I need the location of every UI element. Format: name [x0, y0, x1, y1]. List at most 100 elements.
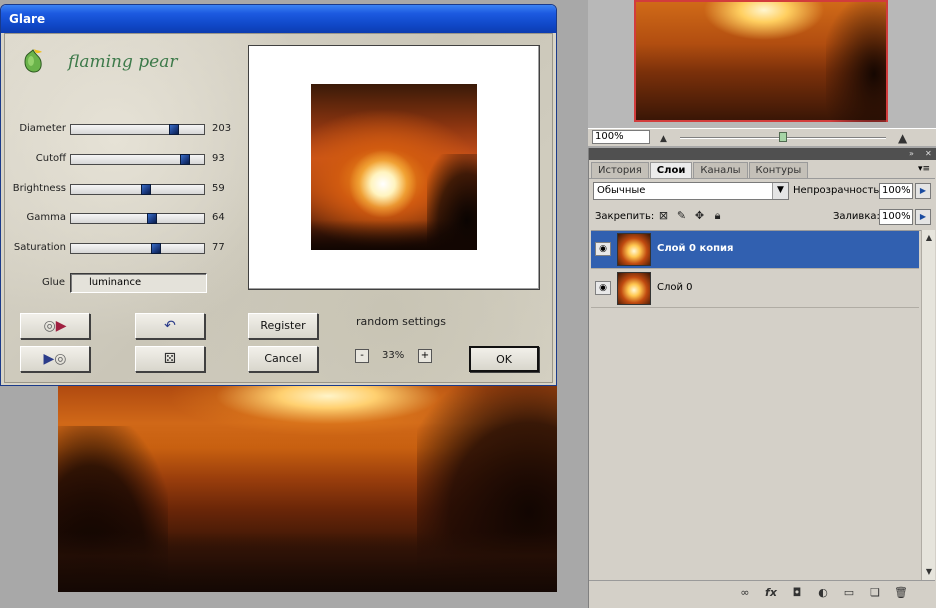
- lock-transparent-icon[interactable]: ⊠: [657, 209, 670, 222]
- fill-slider-button[interactable]: ▶: [915, 209, 931, 225]
- panel-menu-icon[interactable]: ▾≡: [918, 164, 930, 174]
- zoom-out-icon[interactable]: ▲: [660, 134, 667, 144]
- link-icon[interactable]: ∞: [737, 586, 753, 600]
- slider-thumb[interactable]: [151, 243, 161, 254]
- opacity-label: Непрозрачность:: [793, 185, 883, 196]
- slider-label-saturation: Saturation: [13, 242, 66, 253]
- glue-label: Glue: [41, 277, 65, 288]
- layer-name: Слой 0: [657, 282, 693, 293]
- zoom-in-icon[interactable]: ▲: [898, 131, 907, 145]
- arrow-right-icon: ▶: [55, 318, 67, 334]
- fill-label: Заливка:: [833, 211, 880, 222]
- preview-zoom-value: 33%: [382, 350, 405, 361]
- slider-value-saturation: 77: [212, 242, 225, 253]
- fx-icon[interactable]: fx: [763, 586, 779, 600]
- eye-icon[interactable]: ◉: [595, 281, 611, 295]
- layers-panel-footer: ∞ fx ◘ ◐ ▭ ❏ 🗑︎: [589, 580, 935, 604]
- panel-dock-bar: » ✕: [589, 148, 936, 160]
- tab-layers[interactable]: Слои: [649, 162, 693, 178]
- slider-thumb[interactable]: [147, 213, 157, 224]
- slider-value-cutoff: 93: [212, 153, 225, 164]
- dialog-titlebar[interactable]: Glare: [1, 5, 556, 33]
- scroll-down-icon[interactable]: ▼: [923, 566, 935, 578]
- navigator-thumbnail[interactable]: [634, 0, 888, 122]
- slider-label-brightness: Brightness: [12, 183, 66, 194]
- collapse-icon[interactable]: »: [909, 149, 914, 158]
- layer-row[interactable]: ◉ Слой 0 копия: [591, 231, 919, 269]
- flaming-pear-logo-icon: [24, 49, 42, 73]
- close-icon[interactable]: ✕: [925, 149, 932, 158]
- disc-icon: ◎: [43, 318, 56, 334]
- preview-image[interactable]: [311, 84, 477, 250]
- slider-thumb[interactable]: [169, 124, 179, 135]
- glue-select[interactable]: luminance: [70, 273, 207, 293]
- tab-history[interactable]: История: [591, 162, 649, 178]
- blend-mode-select[interactable]: Обычные ▼: [593, 182, 789, 200]
- eye-icon[interactable]: ◉: [595, 242, 611, 256]
- brand-name: flaming pear: [68, 52, 178, 72]
- new-layer-icon[interactable]: ❏: [867, 586, 883, 600]
- scroll-up-icon[interactable]: ▲: [923, 232, 935, 244]
- slider-cutoff[interactable]: [70, 154, 205, 165]
- layer-row[interactable]: ◉ Слой 0: [591, 270, 919, 308]
- slider-saturation[interactable]: [70, 243, 205, 254]
- layers-scrollbar[interactable]: ▲ ▼: [921, 230, 935, 580]
- layer-thumbnail: [617, 233, 651, 266]
- opacity-slider-button[interactable]: ▶: [915, 183, 931, 199]
- arrow-right-icon: ▶: [43, 351, 55, 367]
- load-settings-button[interactable]: ◎▶: [20, 313, 90, 339]
- lock-label: Закрепить:: [595, 211, 655, 222]
- panel-tabs: История Слои Каналы Контуры: [591, 162, 809, 178]
- lock-options: ⊠ ✎ ✥ 🔒︎: [657, 209, 724, 222]
- canvas-dark-rocks: [58, 532, 557, 592]
- slider-brightness[interactable]: [70, 184, 205, 195]
- random-button[interactable]: ⚄: [135, 346, 205, 372]
- navigator-zoom-knob[interactable]: [779, 132, 787, 142]
- ok-button[interactable]: OK: [469, 346, 539, 372]
- trash-icon[interactable]: 🗑︎: [893, 586, 909, 600]
- layer-actions: ∞ fx ◘ ◐ ▭ ❏ 🗑︎: [737, 586, 909, 600]
- slider-value-diameter: 203: [212, 123, 232, 134]
- layers-panel: » ✕ История Слои Каналы Контуры ▾≡ Обычн…: [588, 148, 936, 608]
- slider-value-gamma: 64: [212, 212, 225, 223]
- fill-input[interactable]: 100%: [879, 209, 913, 225]
- adjustment-icon[interactable]: ◐: [815, 586, 831, 600]
- dialog-title: Glare: [9, 12, 46, 26]
- lock-brush-icon[interactable]: ✎: [675, 209, 688, 222]
- register-button[interactable]: Register: [248, 313, 318, 339]
- preview-rocks: [311, 220, 477, 250]
- cancel-button[interactable]: Cancel: [248, 346, 318, 372]
- slider-label-diameter: Diameter: [19, 123, 66, 134]
- slider-gamma[interactable]: [70, 213, 205, 224]
- slider-value-brightness: 59: [212, 183, 225, 194]
- undo-button[interactable]: ↶: [135, 313, 205, 339]
- dice-icon: ⚄: [163, 351, 177, 367]
- blend-mode-value: Обычные: [597, 185, 646, 196]
- navigator-zoom-field[interactable]: 100%: [592, 130, 650, 144]
- undo-icon: ↶: [164, 318, 176, 334]
- opacity-input[interactable]: 100%: [879, 183, 913, 199]
- slider-label-gamma: Gamma: [26, 212, 67, 223]
- lock-icon[interactable]: 🔒︎: [711, 209, 724, 222]
- chevron-down-icon[interactable]: ▼: [772, 183, 788, 199]
- lock-move-icon[interactable]: ✥: [693, 209, 706, 222]
- slider-diameter[interactable]: [70, 124, 205, 135]
- layers-list: ◉ Слой 0 копия ◉ Слой 0: [591, 230, 921, 580]
- folder-icon[interactable]: ▭: [841, 586, 857, 600]
- tab-paths[interactable]: Контуры: [748, 162, 809, 178]
- document-canvas: [58, 386, 557, 592]
- layer-name: Слой 0 копия: [657, 243, 734, 254]
- navigator-thumb-tree: [826, 2, 886, 122]
- tab-channels[interactable]: Каналы: [693, 162, 748, 178]
- zoom-in-button[interactable]: +: [418, 349, 432, 363]
- save-settings-button[interactable]: ▶◎: [20, 346, 90, 372]
- layer-thumbnail: [617, 272, 651, 305]
- zoom-out-button[interactable]: -: [355, 349, 369, 363]
- mask-icon[interactable]: ◘: [789, 586, 805, 600]
- slider-thumb[interactable]: [180, 154, 190, 165]
- preview-frame[interactable]: [248, 45, 540, 290]
- slider-label-cutoff: Cutoff: [35, 153, 66, 164]
- disc-icon: ◎: [54, 351, 67, 367]
- tab-divider: [589, 178, 935, 179]
- slider-thumb[interactable]: [141, 184, 151, 195]
